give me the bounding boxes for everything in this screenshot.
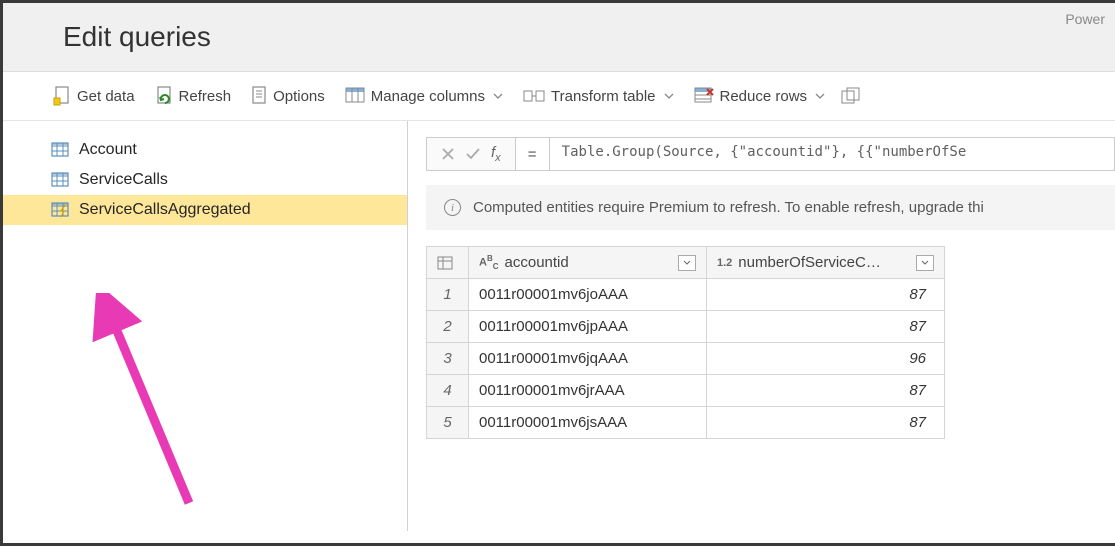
column-header-numberofservicec[interactable]: 1.2 numberOfServiceC… [707,247,945,279]
header: Edit queries [3,3,1115,72]
transform-table-label: Transform table [551,88,655,105]
premium-banner: i Computed entities require Premium to r… [426,185,1115,230]
chevron-down-icon [493,93,503,99]
get-data-button[interactable]: Get data [45,82,143,110]
cell-value[interactable]: 96 [707,343,945,375]
refresh-button[interactable]: Refresh [147,82,240,110]
get-data-icon [53,86,71,106]
toolbar: Get data Refresh Options Manage columns … [3,72,1115,121]
refresh-icon [155,86,173,106]
row-number-header[interactable] [427,247,469,279]
cell-value[interactable]: 87 [707,375,945,407]
row-number: 3 [427,343,469,375]
column-name: accountid [505,254,569,271]
options-icon [251,86,267,106]
cell-accountid[interactable]: 0011r00001mv6jpAAA [469,311,707,343]
manage-columns-label: Manage columns [371,88,485,105]
data-table: ABC accountid 1.2 numberOfServiceC… [426,246,945,439]
transform-icon [523,88,545,104]
reduce-rows-label: Reduce rows [720,88,808,105]
combine-icon [841,87,863,105]
filter-dropdown-icon[interactable] [916,255,934,271]
table-row[interactable]: 20011r00001mv6jpAAA87 [427,311,945,343]
cell-accountid[interactable]: 0011r00001mv6joAAA [469,279,707,311]
options-label: Options [273,88,325,105]
query-name: ServiceCallsAggregated [79,201,251,219]
formula-text[interactable]: Table.Group(Source, {"accountid"}, {{"nu… [550,137,1115,171]
queries-sidebar: Account ServiceCalls ServiceCallsAggregate… [3,121,408,531]
cell-value[interactable]: 87 [707,407,945,439]
filter-dropdown-icon[interactable] [678,255,696,271]
cell-accountid[interactable]: 0011r00001mv6jsAAA [469,407,707,439]
row-number: 1 [427,279,469,311]
info-icon: i [444,199,461,216]
table-icon [51,202,69,218]
table-row[interactable]: 40011r00001mv6jrAAA87 [427,375,945,407]
more-button[interactable] [837,83,871,109]
formula-bar-buttons: fx [426,137,516,171]
chevron-down-icon [664,93,674,99]
reduce-rows-button[interactable]: Reduce rows [686,83,834,109]
query-item[interactable]: ServiceCalls [3,165,407,195]
columns-icon [345,87,365,105]
cell-value[interactable]: 87 [707,279,945,311]
main: Account ServiceCalls ServiceCallsAggregate… [3,121,1115,531]
commit-icon[interactable] [465,147,481,161]
options-button[interactable]: Options [243,82,333,110]
chevron-down-icon [815,93,825,99]
column-type-text-icon: ABC [479,254,499,271]
column-type-number-icon: 1.2 [717,257,732,269]
table-icon [51,142,69,158]
reduce-rows-icon [694,87,714,105]
manage-columns-button[interactable]: Manage columns [337,83,511,109]
query-name: Account [79,141,137,159]
query-item[interactable]: ServiceCallsAggregated [3,195,407,225]
formula-bar: fx = Table.Group(Source, {"accountid"}, … [426,137,1115,171]
cell-accountid[interactable]: 0011r00001mv6jqAAA [469,343,707,375]
page-title: Edit queries [63,21,1115,53]
table-row[interactable]: 30011r00001mv6jqAAA96 [427,343,945,375]
column-name: numberOfServiceC… [738,254,881,271]
cancel-icon[interactable] [441,147,455,161]
table-icon [437,256,453,270]
fx-icon[interactable]: fx [491,144,501,164]
query-item[interactable]: Account [3,135,407,165]
table-row[interactable]: 50011r00001mv6jsAAA87 [427,407,945,439]
row-number: 5 [427,407,469,439]
banner-text: Computed entities require Premium to ref… [473,199,984,216]
refresh-label: Refresh [179,88,232,105]
brand-label: Power [1065,11,1105,27]
row-number: 2 [427,311,469,343]
cell-value[interactable]: 87 [707,311,945,343]
query-name: ServiceCalls [79,171,168,189]
cell-accountid[interactable]: 0011r00001mv6jrAAA [469,375,707,407]
formula-eq: = [516,137,550,171]
content-pane: fx = Table.Group(Source, {"accountid"}, … [408,121,1115,531]
get-data-label: Get data [77,88,135,105]
column-header-accountid[interactable]: ABC accountid [469,247,707,279]
table-icon [51,172,69,188]
transform-table-button[interactable]: Transform table [515,84,681,109]
table-row[interactable]: 10011r00001mv6joAAA87 [427,279,945,311]
row-number: 4 [427,375,469,407]
